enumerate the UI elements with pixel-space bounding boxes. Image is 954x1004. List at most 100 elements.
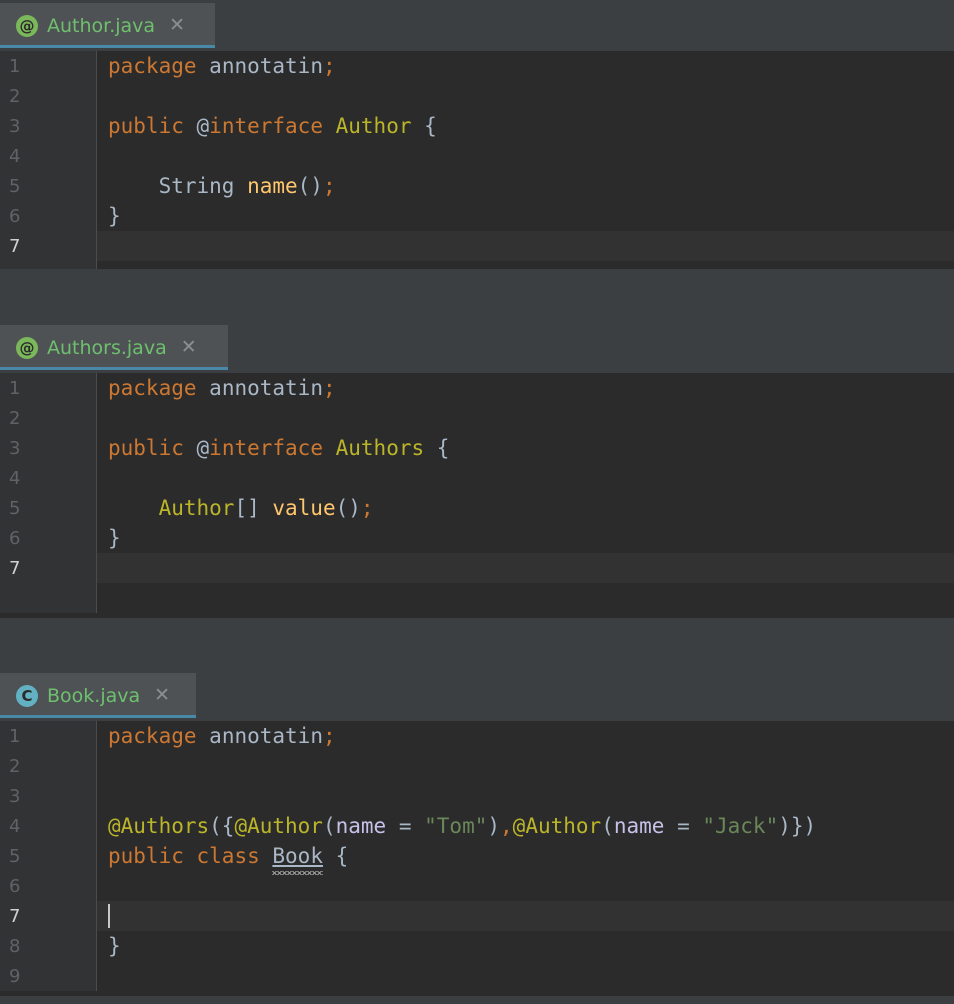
line-number[interactable]: 5 (0, 493, 97, 523)
line-number[interactable]: 6 (0, 871, 97, 901)
line-number[interactable]: 3 (0, 433, 97, 463)
annotation-icon: @ (16, 15, 38, 37)
code-line[interactable]: 3public @interface Author { (0, 111, 954, 141)
code-token (197, 724, 210, 748)
code-token (184, 114, 197, 138)
code-line[interactable]: 4 (0, 463, 954, 493)
code-line[interactable]: 1package annotatin; (0, 721, 954, 751)
code-token: annotatin (209, 54, 323, 78)
code-line[interactable]: 6 (0, 871, 954, 901)
code-token: ; (323, 54, 336, 78)
code-token (197, 54, 210, 78)
code-token: } (108, 934, 121, 958)
code-line-text: package annotatin; (97, 51, 954, 81)
close-icon[interactable]: ✕ (154, 686, 170, 705)
code-line[interactable]: 1package annotatin; (0, 373, 954, 403)
code-line[interactable]: 7 (0, 553, 954, 583)
code-token: name (247, 174, 298, 198)
close-icon[interactable]: ✕ (169, 16, 185, 35)
code-line[interactable]: 3public @interface Authors { (0, 433, 954, 463)
code-token: value (272, 496, 335, 520)
code-line[interactable]: 1package annotatin; (0, 51, 954, 81)
code-line-text (97, 871, 954, 901)
code-token (108, 496, 159, 520)
line-number[interactable]: 7 (0, 901, 97, 931)
tab-authors[interactable]: @Authors.java✕ (0, 325, 228, 370)
line-number[interactable]: 3 (0, 781, 97, 811)
code-line[interactable]: 5public class Book { (0, 841, 954, 871)
code-line[interactable]: 7 (0, 231, 954, 261)
code-token: public (108, 436, 184, 460)
code-token: ; (323, 376, 336, 400)
tab-bar: @Authors.java✕ (0, 325, 954, 373)
code-line-text (97, 81, 954, 111)
tab-author[interactable]: @Author.java✕ (0, 3, 215, 48)
code-line[interactable]: 5 String name(); (0, 171, 954, 201)
code-line[interactable]: 2 (0, 403, 954, 433)
line-number[interactable]: 2 (0, 751, 97, 781)
code-token: @Author (234, 814, 323, 838)
code-line-empty (0, 261, 954, 269)
code-line[interactable]: 6} (0, 523, 954, 553)
code-editor[interactable]: 1package annotatin;234@Authors({@Author(… (0, 721, 954, 996)
code-line-text: public @interface Author { (97, 111, 954, 141)
code-token (323, 114, 336, 138)
line-number[interactable]: 5 (0, 171, 97, 201)
code-line[interactable]: 7 (0, 901, 954, 931)
active-tab-indicator (0, 45, 215, 48)
line-number[interactable]: 4 (0, 141, 97, 171)
code-token (323, 436, 336, 460)
line-number[interactable]: 5 (0, 841, 97, 871)
code-editor[interactable]: 1package annotatin;23public @interface A… (0, 373, 954, 618)
code-line-text (97, 751, 954, 781)
code-token: name (336, 814, 387, 838)
line-number[interactable]: 3 (0, 111, 97, 141)
code-line[interactable]: 4 (0, 141, 954, 171)
code-editor[interactable]: 1package annotatin;23public @interface A… (0, 51, 954, 269)
code-line-text (97, 781, 954, 811)
line-number[interactable]: 2 (0, 403, 97, 433)
line-number[interactable]: 1 (0, 373, 97, 403)
code-line[interactable]: 2 (0, 751, 954, 781)
code-line[interactable]: 2 (0, 81, 954, 111)
line-number[interactable]: 2 (0, 81, 97, 111)
code-line[interactable]: 5 Author[] value(); (0, 493, 954, 523)
line-number[interactable]: 4 (0, 463, 97, 493)
code-line-text (97, 961, 954, 991)
line-number[interactable]: 6 (0, 201, 97, 231)
code-token: ; (323, 724, 336, 748)
line-number[interactable]: 9 (0, 961, 97, 991)
line-number[interactable]: 4 (0, 811, 97, 841)
code-token: [] (234, 496, 272, 520)
tab-bar: CBook.java✕ (0, 673, 954, 721)
line-number[interactable]: 8 (0, 931, 97, 961)
code-line-text: } (97, 931, 954, 961)
code-line-text (97, 141, 954, 171)
code-line[interactable]: 8} (0, 931, 954, 961)
code-token: Author (336, 114, 412, 138)
code-line-text (97, 403, 954, 433)
code-line-text: @Authors({@Author(name = "Tom"),@Author(… (97, 811, 954, 841)
code-line-text: } (97, 523, 954, 553)
code-line-text: } (97, 201, 954, 231)
line-number[interactable]: 7 (0, 231, 97, 261)
line-number[interactable]: 7 (0, 553, 97, 583)
code-token: public (108, 844, 184, 868)
code-token: @ (197, 114, 210, 138)
code-token: Author (159, 496, 235, 520)
code-line-text: String name(); (97, 171, 954, 201)
line-number[interactable]: 6 (0, 523, 97, 553)
code-line[interactable]: 6} (0, 201, 954, 231)
close-icon[interactable]: ✕ (181, 338, 197, 357)
code-line[interactable]: 4@Authors({@Author(name = "Tom"),@Author… (0, 811, 954, 841)
code-token (184, 436, 197, 460)
annotation-icon: @ (16, 337, 38, 359)
line-number[interactable]: 1 (0, 721, 97, 751)
tab-book[interactable]: CBook.java✕ (0, 673, 196, 718)
line-number[interactable]: 1 (0, 51, 97, 81)
code-token: package (108, 724, 197, 748)
line-number (0, 583, 97, 613)
code-line[interactable]: 9 (0, 961, 954, 991)
code-line[interactable]: 3 (0, 781, 954, 811)
code-line-text (97, 231, 954, 261)
